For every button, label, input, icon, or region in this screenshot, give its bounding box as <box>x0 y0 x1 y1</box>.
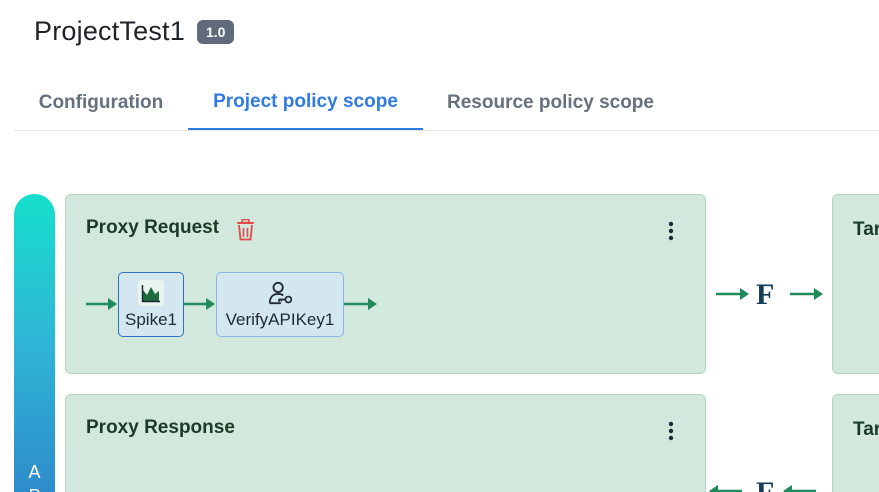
policy-spike1[interactable]: Spike1 <box>118 272 184 337</box>
page-header: ProjectTest1 1.0 <box>34 16 235 47</box>
target-request-card: Target <box>832 194 879 374</box>
proxy-request-card: Proxy Request Spike1 VerifyAPIKey1 <box>65 194 706 374</box>
flow-hook-icon-response[interactable]: F <box>756 476 774 492</box>
policy-label: Spike1 <box>125 310 177 329</box>
connector-arrow-back-right <box>783 485 816 492</box>
api-rail: A P <box>14 194 55 492</box>
tab-bar: Configuration Project policy scope Resou… <box>14 76 879 131</box>
flow-arrow-out <box>344 298 377 310</box>
flow-arrow-middle <box>184 298 215 310</box>
proxy-response-title: Proxy Response <box>86 417 235 438</box>
connector-arrow-left <box>716 288 749 300</box>
more-options-icon[interactable] <box>667 421 675 441</box>
target-request-title: Target <box>853 219 879 240</box>
tab-resource-policy-scope[interactable]: Resource policy scope <box>423 76 678 130</box>
tab-configuration[interactable]: Configuration <box>14 76 188 130</box>
rail-letter-p: P <box>14 484 55 492</box>
user-key-icon <box>268 281 293 305</box>
rail-label: A P <box>14 460 55 492</box>
target-response-card: Target <box>832 394 879 492</box>
target-response-title: Target <box>853 419 879 440</box>
spike-chart-icon <box>138 280 164 306</box>
tab-project-policy-scope[interactable]: Project policy scope <box>188 76 423 130</box>
policy-label: VerifyAPIKey1 <box>225 310 335 329</box>
page-title: ProjectTest1 <box>34 16 185 46</box>
more-options-icon[interactable] <box>667 221 675 241</box>
proxy-request-title: Proxy Request <box>86 217 220 238</box>
policy-verifyapikey1[interactable]: VerifyAPIKey1 <box>216 272 344 337</box>
trash-icon[interactable] <box>236 219 255 241</box>
version-badge: 1.0 <box>196 19 235 44</box>
rail-letter-a: A <box>28 462 41 482</box>
flow-arrow-in <box>86 298 117 310</box>
proxy-response-card: Proxy Response <box>65 394 706 492</box>
connector-arrow-right <box>790 288 823 300</box>
connector-arrow-back-left <box>709 485 742 492</box>
flow-hook-icon[interactable]: F <box>756 278 774 312</box>
